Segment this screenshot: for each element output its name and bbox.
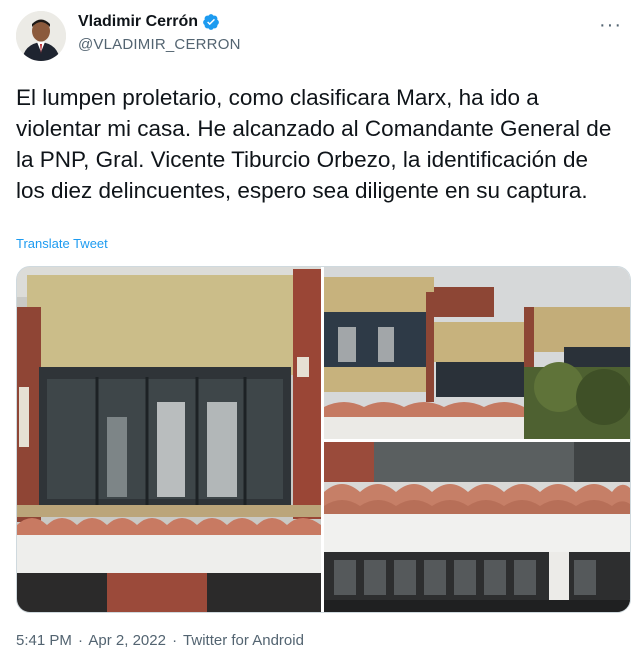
meta-separator: · [78,632,84,649]
house-facade-photo[interactable] [17,267,321,612]
tweet-meta: 5:41 PM · Apr 2, 2022 · Twitter for Andr… [16,632,306,649]
avatar-image [16,11,66,61]
author-handle[interactable]: @VLADIMIR_CERRON [78,36,241,53]
author-name-row[interactable]: Vladimir Cerrón [78,13,220,31]
tweet-source[interactable]: Twitter for Android [183,632,304,649]
media-grid[interactable] [16,266,631,613]
tweet-text: El lumpen proletario, como clasificara M… [16,85,612,203]
meta-separator: · [172,632,178,649]
tweet-time[interactable]: 5:41 PM [16,632,72,649]
more-options-icon[interactable]: ··· [599,14,622,37]
avatar[interactable] [16,11,66,61]
tweet-date[interactable]: Apr 2, 2022 [88,632,166,649]
translate-tweet-link[interactable]: Translate Tweet [16,236,108,251]
verified-badge-icon [203,14,219,30]
house-exterior-photo[interactable] [324,267,630,439]
author-name[interactable]: Vladimir Cerrón [78,13,198,31]
roof-tiles-photo[interactable] [324,442,630,612]
